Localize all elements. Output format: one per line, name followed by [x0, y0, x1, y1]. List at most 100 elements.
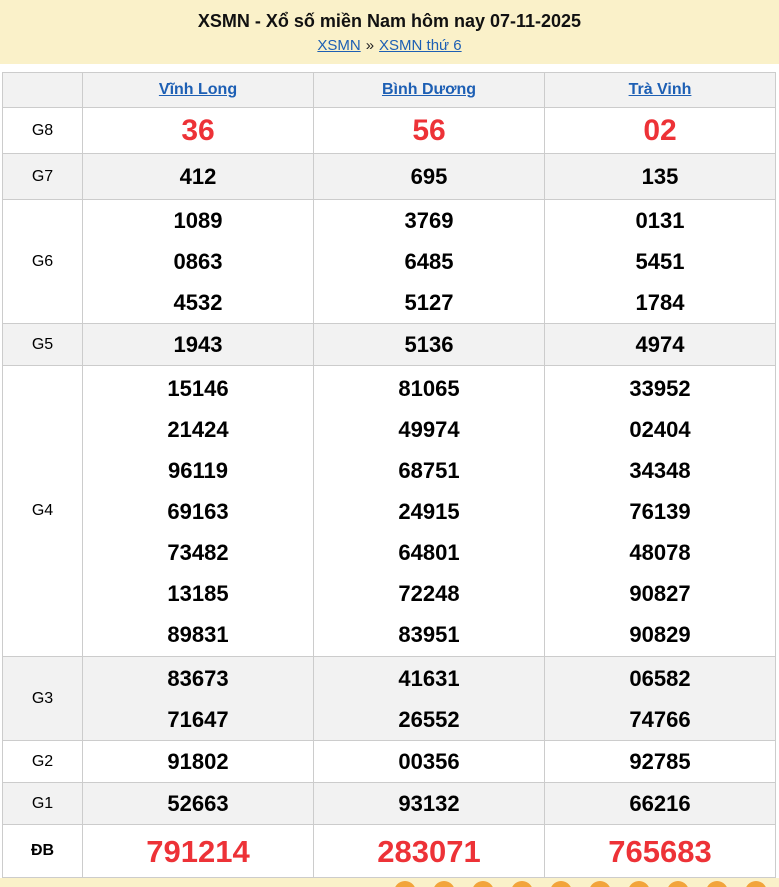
prize-number: 71647 — [83, 699, 313, 740]
prize-number: 74766 — [545, 699, 775, 740]
prize-cell: 135 — [545, 154, 776, 200]
prize-number: 83673 — [83, 658, 313, 699]
prize-number: 02404 — [545, 409, 775, 450]
prize-number: 81065 — [314, 368, 544, 409]
prize-number: 5451 — [545, 241, 775, 282]
breadcrumb: XSMN»XSMN thứ 6 — [317, 37, 461, 55]
lotto-ball-icon — [706, 881, 728, 887]
prize-row: G1526639313266216 — [3, 783, 776, 825]
breadcrumb-link-xsmn[interactable]: XSMN — [317, 37, 360, 54]
prize-number: 5136 — [314, 324, 544, 365]
prize-number: 56 — [314, 108, 544, 153]
prize-cell: 376964855127 — [314, 200, 545, 324]
prize-cell: 5136 — [314, 324, 545, 366]
province-link[interactable]: Trà Vinh — [629, 81, 692, 98]
prize-number: 66216 — [545, 783, 775, 824]
prize-number: 13185 — [83, 573, 313, 614]
prize-cell: 36 — [83, 108, 314, 154]
province-header-row: Vĩnh Long Bình Dương Trà Vinh — [3, 73, 776, 108]
prize-number: 33952 — [545, 368, 775, 409]
prize-number: 64801 — [314, 532, 544, 573]
prize-row: G7412695135 — [3, 154, 776, 200]
bottom-banner-strip — [0, 878, 779, 887]
prize-number: 90827 — [545, 573, 775, 614]
prize-cell: 695 — [314, 154, 545, 200]
lotto-ball-icon — [472, 881, 494, 887]
province-column-header: Bình Dương — [314, 73, 545, 108]
prize-cell: 8367371647 — [83, 657, 314, 741]
prize-number: 52663 — [83, 783, 313, 824]
prize-cell: 013154511784 — [545, 200, 776, 324]
prize-label: G1 — [3, 783, 83, 825]
prize-number: 96119 — [83, 450, 313, 491]
prize-number: 695 — [314, 156, 544, 197]
prize-cell: 52663 — [83, 783, 314, 825]
prize-number: 1784 — [545, 282, 775, 323]
prize-number: 135 — [545, 156, 775, 197]
prize-cell: 15146214249611969163734821318589831 — [83, 366, 314, 657]
prize-cell: 91802 — [83, 741, 314, 783]
prize-cell: 0658274766 — [545, 657, 776, 741]
prize-number: 0131 — [545, 200, 775, 241]
prize-cell: 92785 — [545, 741, 776, 783]
prize-label: G3 — [3, 657, 83, 741]
prize-number: 21424 — [83, 409, 313, 450]
province-link[interactable]: Vĩnh Long — [159, 81, 237, 98]
prize-number: 34348 — [545, 450, 775, 491]
prize-cell: 412 — [83, 154, 314, 200]
prize-row: ĐB791214283071765683 — [3, 825, 776, 878]
province-column-header: Vĩnh Long — [83, 73, 314, 108]
prize-label: G6 — [3, 200, 83, 324]
prize-cell: 4974 — [545, 324, 776, 366]
prize-cell: 1943 — [83, 324, 314, 366]
lottery-results-table: Vĩnh Long Bình Dương Trà Vinh G8365602G741… — [2, 72, 776, 878]
lotto-ball-icon — [550, 881, 572, 887]
lotto-ball-icon — [745, 881, 767, 887]
results-table-body: G8365602G7412695135G61089086345323769648… — [3, 108, 776, 878]
prize-number: 89831 — [83, 614, 313, 655]
prize-number: 4974 — [545, 324, 775, 365]
prize-number: 48078 — [545, 532, 775, 573]
prize-column-header-empty — [3, 73, 83, 108]
prize-label: ĐB — [3, 825, 83, 878]
prize-cell: 81065499746875124915648017224883951 — [314, 366, 545, 657]
prize-row: G2918020035692785 — [3, 741, 776, 783]
lotto-ball-icon — [394, 881, 416, 887]
province-link[interactable]: Bình Dương — [382, 81, 476, 98]
prize-number: 06582 — [545, 658, 775, 699]
prize-cell: 791214 — [83, 825, 314, 878]
breadcrumb-link-xsmn-thu-6[interactable]: XSMN thứ 6 — [379, 37, 462, 54]
prize-cell: 765683 — [545, 825, 776, 878]
prize-cell: 108908634532 — [83, 200, 314, 324]
prize-number: 91802 — [83, 741, 313, 782]
prize-cell: 66216 — [545, 783, 776, 825]
prize-number: 283071 — [314, 826, 544, 877]
prize-number: 6485 — [314, 241, 544, 282]
prize-row: G415146214249611969163734821318589831810… — [3, 366, 776, 657]
prize-label: G7 — [3, 154, 83, 200]
province-column-header: Trà Vinh — [545, 73, 776, 108]
prize-number: 24915 — [314, 491, 544, 532]
prize-number: 02 — [545, 108, 775, 153]
prize-number: 0863 — [83, 241, 313, 282]
prize-label: G5 — [3, 324, 83, 366]
prize-number: 93132 — [314, 783, 544, 824]
prize-number: 83951 — [314, 614, 544, 655]
lotto-ball-icon — [628, 881, 650, 887]
prize-row: G8365602 — [3, 108, 776, 154]
prize-number: 15146 — [83, 368, 313, 409]
prize-label: G4 — [3, 366, 83, 657]
prize-number: 76139 — [545, 491, 775, 532]
prize-number: 1943 — [83, 324, 313, 365]
prize-cell: 33952024043434876139480789082790829 — [545, 366, 776, 657]
prize-cell: 93132 — [314, 783, 545, 825]
prize-number: 791214 — [83, 826, 313, 877]
page-header-banner: XSMN - Xổ số miền Nam hôm nay 07-11-2025… — [0, 0, 779, 64]
prize-number: 26552 — [314, 699, 544, 740]
lotto-ball-icon — [589, 881, 611, 887]
prize-number: 36 — [83, 108, 313, 153]
prize-number: 72248 — [314, 573, 544, 614]
prize-number: 1089 — [83, 200, 313, 241]
prize-label: G2 — [3, 741, 83, 783]
prize-cell: 283071 — [314, 825, 545, 878]
